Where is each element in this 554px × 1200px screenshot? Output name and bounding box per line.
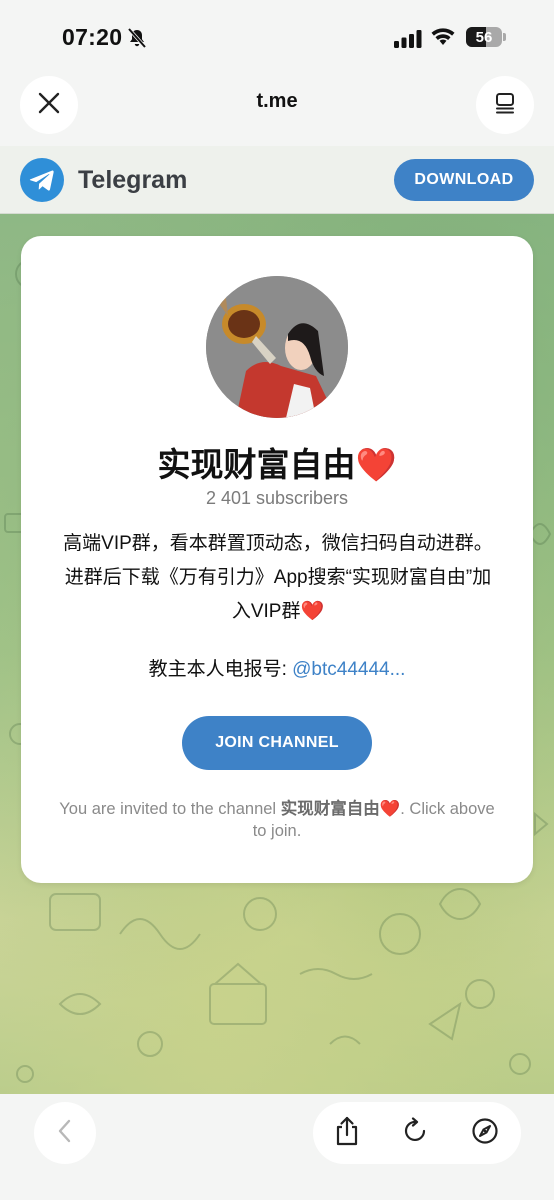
browser-top-bar: t.me — [0, 70, 554, 146]
url-label[interactable]: t.me — [0, 90, 554, 113]
description-line: 进群后下载《万有引力》App搜索“实现财富自由”加 — [64, 567, 492, 588]
description-line: 入VIP群❤️ — [43, 595, 513, 629]
subscriber-count: 2 401 subscribers — [205, 488, 349, 508]
wifi-icon — [430, 26, 456, 51]
browser-bottom-bar — [0, 1094, 554, 1200]
heart-icon: ❤️ — [379, 800, 401, 818]
compass-icon — [471, 1117, 499, 1150]
channel-description: 高端VIP群，看本群置顶动态，微信扫码自动进群。 进群后下载《万有引力》App搜… — [43, 527, 513, 629]
heart-icon: ❤️ — [300, 601, 325, 622]
invite-prefix: You are invited to the channel — [59, 800, 281, 818]
tabs-menu-icon — [493, 91, 517, 120]
download-button[interactable]: DOWNLOAD — [394, 159, 534, 201]
battery-level: 56 — [475, 28, 493, 46]
battery-icon: 56 — [466, 27, 502, 47]
channel-title-text: 实现财富自由 — [157, 446, 356, 483]
status-time: 07:20 — [62, 24, 123, 50]
telegram-banner: Telegram DOWNLOAD — [0, 146, 554, 214]
description-line: 高端VIP群，看本群置顶动态，微信扫码自动进群。 — [63, 533, 493, 554]
telegram-plane-icon[interactable] — [20, 158, 64, 202]
description-text: 入VIP群 — [231, 601, 301, 622]
back-button[interactable] — [34, 1102, 96, 1164]
channel-title: 实现财富自由❤️ — [21, 438, 533, 486]
share-icon — [333, 1116, 361, 1151]
status-bar: 07:20 56 — [0, 0, 554, 70]
invite-channel-name: 实现财富自由 — [280, 800, 380, 818]
telegram-name: Telegram — [78, 166, 188, 194]
contact-line: 教主本人电报号: @btc44444... — [21, 654, 533, 681]
reload-button[interactable] — [399, 1116, 431, 1150]
channel-card: 实现财富自由❤️ 2 401 subscribers 高端VIP群，看本群置顶动… — [21, 236, 533, 883]
battery-cap — [503, 33, 506, 41]
back-chevron-icon — [54, 1118, 76, 1149]
cellular-signal-icon — [394, 30, 422, 53]
bell-slash-icon — [126, 27, 148, 54]
channel-avatar — [206, 276, 348, 418]
safari-button[interactable] — [469, 1117, 501, 1149]
join-channel-button[interactable]: JOIN CHANNEL — [182, 716, 372, 770]
contact-link[interactable]: @btc44444... — [292, 659, 405, 680]
invite-text: You are invited to the channel 实现财富自由❤️.… — [57, 798, 497, 842]
heart-icon: ❤️ — [355, 446, 397, 483]
share-button[interactable] — [331, 1116, 363, 1151]
tabs-menu-button[interactable] — [476, 76, 534, 134]
reload-icon — [401, 1116, 429, 1150]
contact-label: 教主本人电报号: — [148, 659, 293, 680]
toolbar-actions — [313, 1102, 521, 1164]
